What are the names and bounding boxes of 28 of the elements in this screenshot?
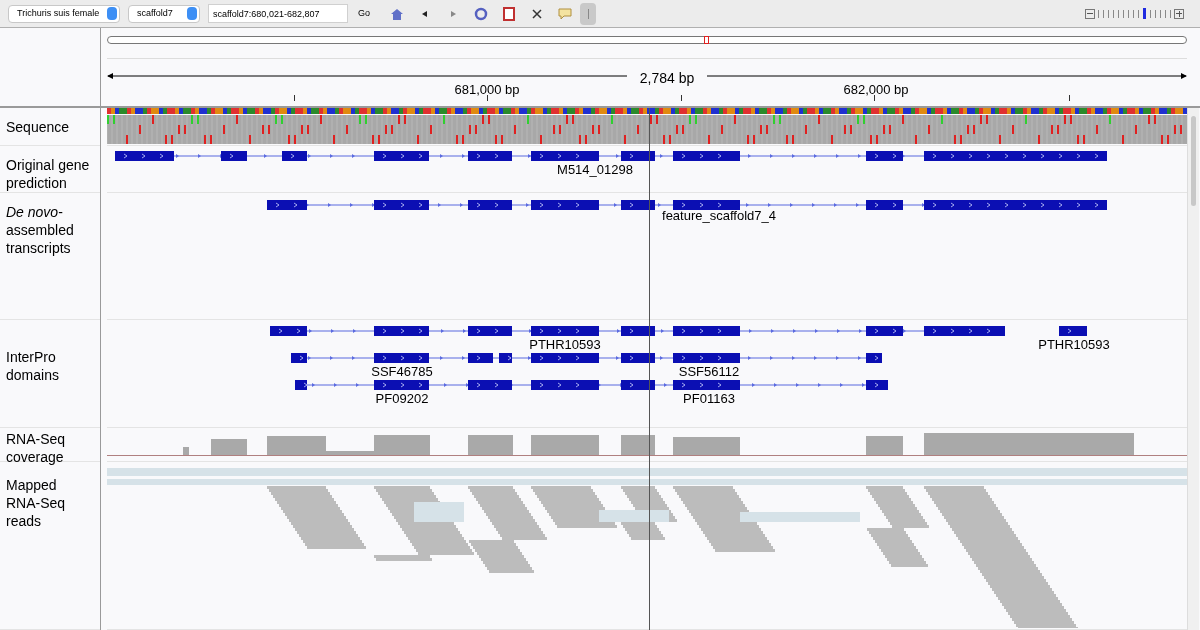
feature-label: SSF46785 (371, 364, 433, 379)
track-name: De novo-assembled transcripts (6, 203, 75, 257)
feature-label: PF09202 (375, 391, 429, 406)
feature-label: SSF56112 (678, 364, 740, 379)
track-name: Original gene prediction (6, 156, 91, 192)
track-name: InterPro domains (6, 348, 60, 384)
feature-label: PTHR10593 (529, 337, 601, 352)
feature-label: PTHR10593 (1038, 337, 1110, 352)
zoom-thumb[interactable] (1143, 8, 1146, 19)
ruler-tick-label: 682,000 bp (842, 81, 910, 99)
scrollbar[interactable] (1187, 108, 1199, 630)
zoom-out-icon[interactable] (1085, 8, 1095, 19)
locus-field[interactable]: scaffold7:680,021-682,807 (208, 4, 348, 23)
region-marker (704, 36, 709, 44)
resize-handle[interactable] (580, 2, 596, 25)
feature-label: PF01163 (683, 391, 735, 406)
track-name: Mapped RNA-Seq reads (6, 476, 67, 530)
track-name: RNA-Seq coverage (6, 430, 67, 466)
go-button[interactable]: Go (356, 6, 372, 21)
chromosome-dropdown[interactable]: scaffold7 (128, 4, 200, 23)
zoom-in-icon[interactable] (1174, 8, 1184, 19)
feature-label: feature_scaffold7_4 (662, 208, 776, 223)
feature-label: M514_01298 (557, 162, 633, 177)
ruler-tick-label: 681,000 bp (453, 81, 521, 99)
genome-dropdown[interactable]: Trichuris suis female (8, 4, 120, 23)
zoom-slider[interactable] (1098, 8, 1171, 19)
gene-model-drawing (1059, 326, 1087, 336)
track-name: Sequence (6, 118, 71, 136)
